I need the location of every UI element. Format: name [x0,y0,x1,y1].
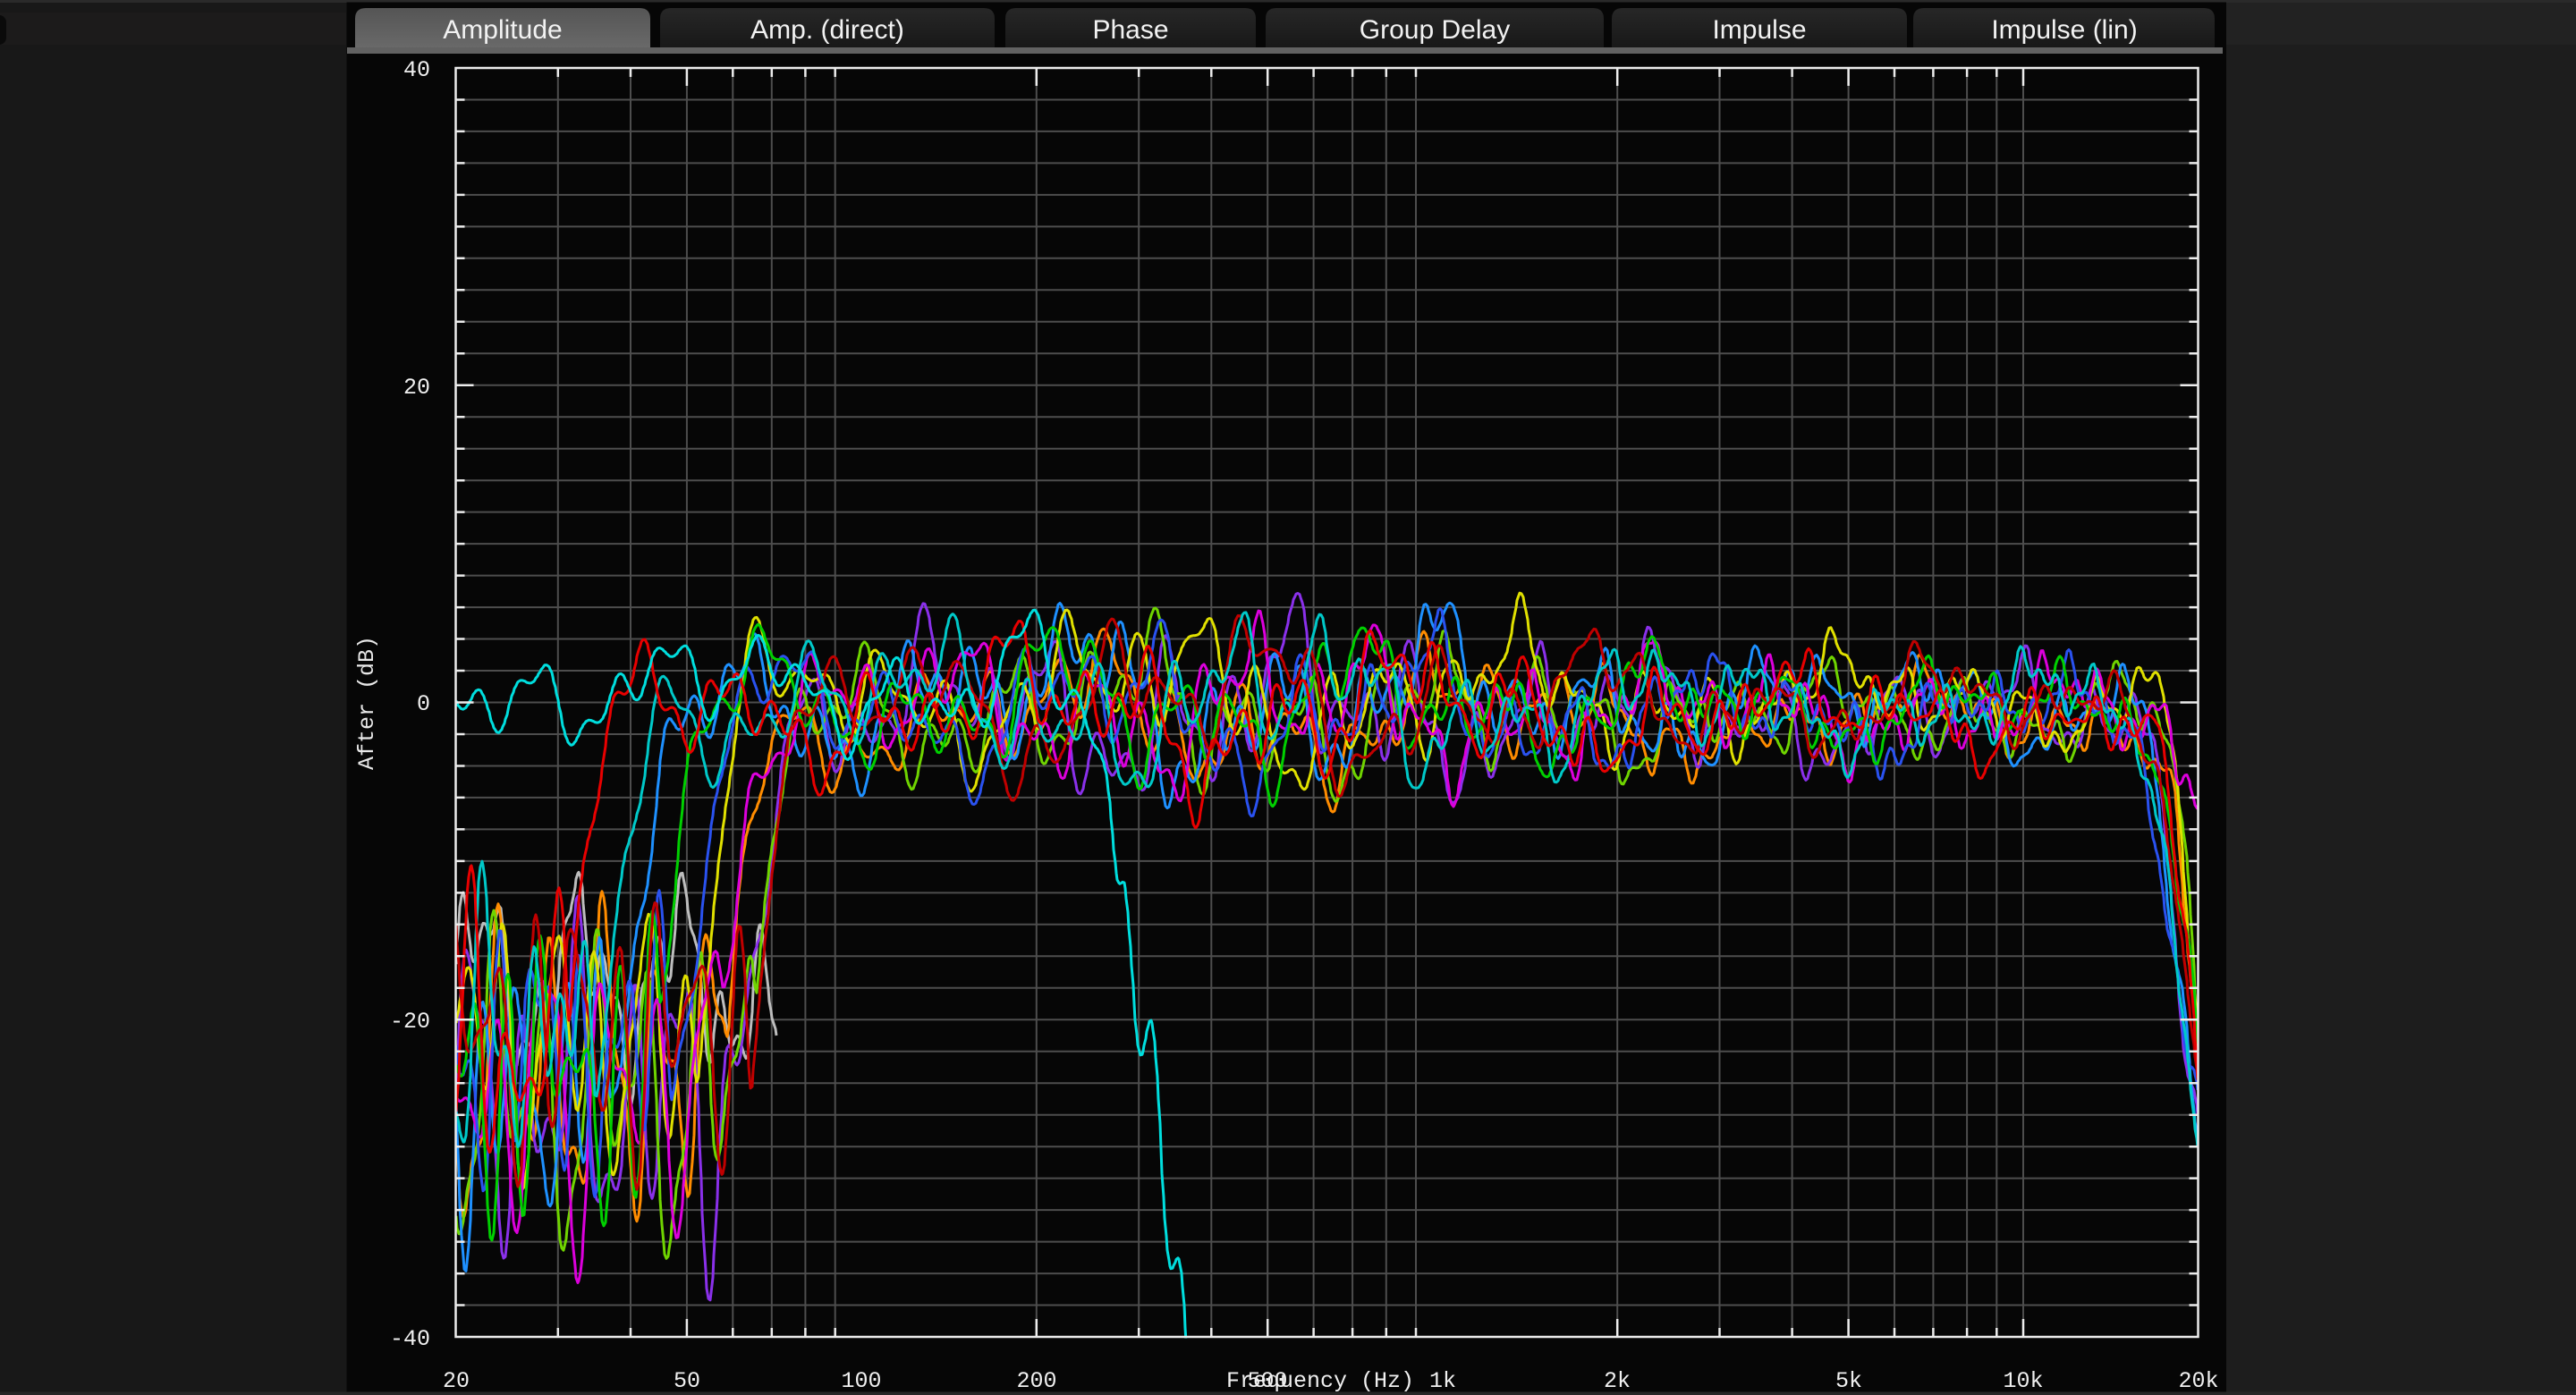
svg-text:1k: 1k [1429,1368,1456,1394]
svg-text:20: 20 [443,1368,470,1394]
svg-text:10k: 10k [2003,1368,2043,1394]
svg-text:Phase: Phase [1092,15,1168,45]
svg-text:Impulse: Impulse [1712,15,1806,45]
svg-text:0: 0 [417,691,430,717]
svg-text:Group Delay: Group Delay [1360,15,1510,45]
svg-text:Frequency (Hz): Frequency (Hz) [1226,1368,1414,1394]
svg-text:Impulse (lin): Impulse (lin) [1991,15,2137,45]
svg-text:After (dB): After (dB) [354,636,380,770]
svg-text:2k: 2k [1604,1368,1631,1394]
svg-text:20k: 20k [2178,1368,2218,1394]
svg-text:Amplitude: Amplitude [443,15,562,45]
svg-text:20: 20 [403,375,430,401]
svg-text:100: 100 [841,1368,881,1394]
svg-text:5k: 5k [1835,1368,1862,1394]
svg-text:Amp. (direct): Amp. (direct) [750,15,904,45]
svg-text:50: 50 [674,1368,700,1394]
svg-text:-40: -40 [390,1326,430,1352]
svg-text:-20: -20 [390,1009,430,1035]
svg-text:40: 40 [403,57,430,83]
svg-text:200: 200 [1016,1368,1056,1394]
